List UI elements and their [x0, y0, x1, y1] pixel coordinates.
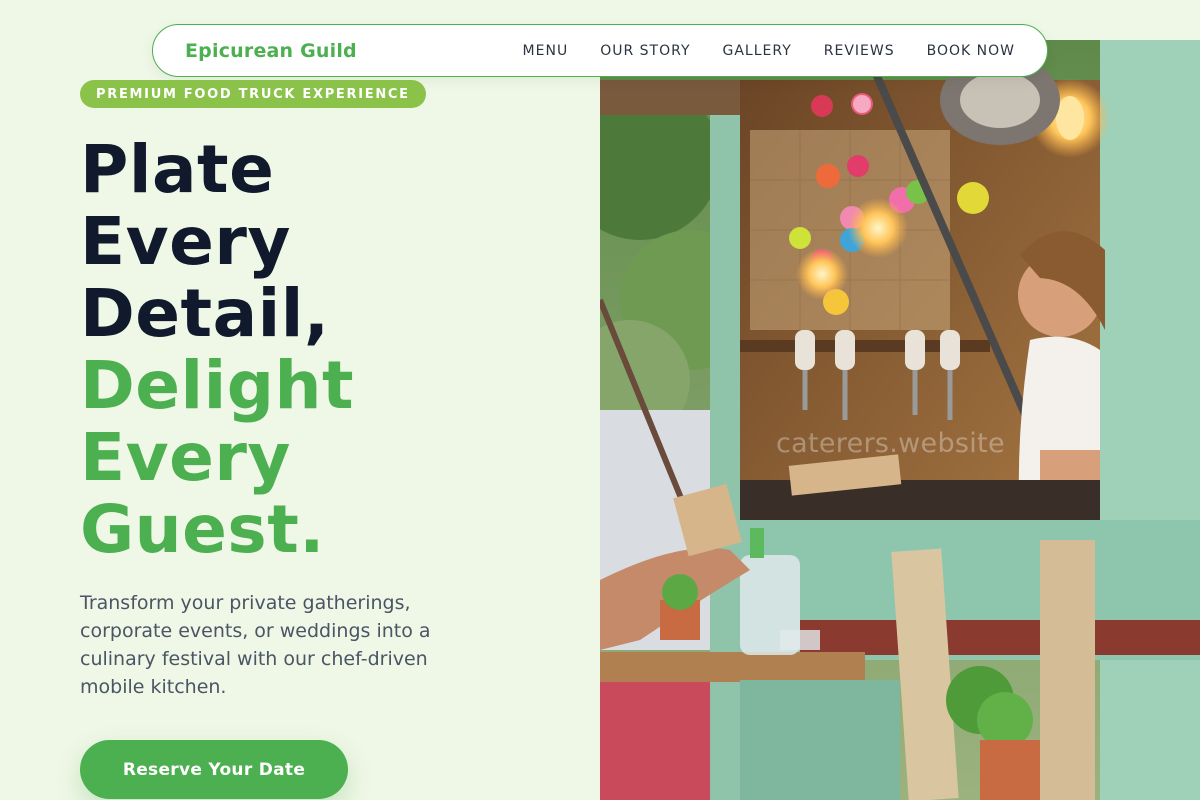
nav-link-our-story[interactable]: OUR STORY — [600, 43, 690, 59]
brand-logo-text[interactable]: Epicurean Guild — [185, 40, 357, 62]
headline-line: Every — [80, 203, 291, 280]
hero-headline: Plate Every Detail, Delight Every Guest. — [80, 134, 580, 566]
nav-link-gallery[interactable]: GALLERY — [723, 43, 792, 59]
hero-subcopy: Transform your private gatherings, corpo… — [80, 592, 431, 698]
nav-links: MENU OUR STORY GALLERY REVIEWS BOOK NOW — [523, 43, 1015, 59]
hero-image — [600, 40, 1200, 800]
nav-link-menu[interactable]: MENU — [523, 43, 569, 59]
reserve-date-button[interactable]: Reserve Your Date — [80, 740, 348, 799]
headline-line-accent: Guest. — [80, 491, 325, 568]
headline-line-accent: Every — [80, 419, 291, 496]
nav-link-book-now[interactable]: BOOK NOW — [927, 43, 1015, 59]
image-watermark: caterers.website — [776, 428, 1005, 459]
headline-line: Detail, — [80, 275, 330, 352]
headline-line-accent: Delight — [80, 347, 355, 424]
top-nav: Epicurean Guild MENU OUR STORY GALLERY R… — [152, 24, 1048, 77]
nav-link-reviews[interactable]: REVIEWS — [824, 43, 895, 59]
headline-line: Plate — [80, 131, 275, 208]
hero-badge: PREMIUM FOOD TRUCK EXPERIENCE — [80, 80, 426, 108]
